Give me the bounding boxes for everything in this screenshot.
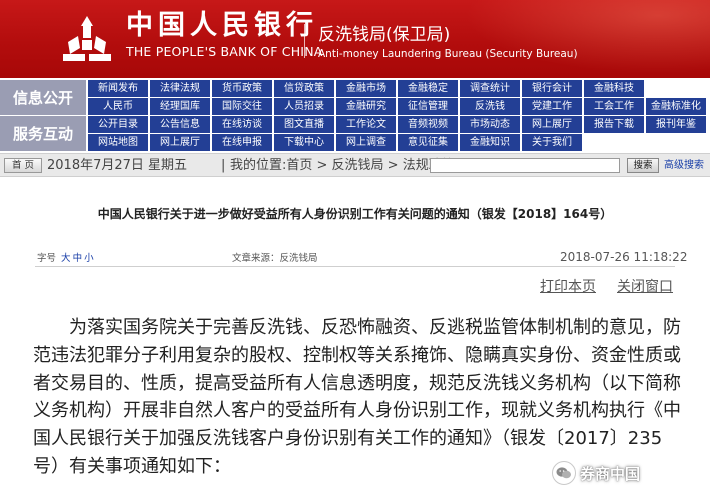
bureau-name-cn: 反洗钱局(保卫局) xyxy=(318,25,451,45)
nav-group-service-interaction[interactable]: 服务互动 xyxy=(0,116,86,151)
article-source: 文章来源：反洗钱局 xyxy=(232,253,318,264)
nav-item[interactable]: 金融稳定 xyxy=(398,80,458,97)
font-size-small[interactable]: 小 xyxy=(84,253,94,264)
site-header: 中国人民银行 THE PEOPLE'S BANK OF CHINA 反洗钱局(保… xyxy=(0,0,710,78)
header-divider xyxy=(304,24,305,58)
font-size-medium[interactable]: 中 xyxy=(73,253,83,264)
main-navigation: 信息公开 服务互动 新闻发布 法律法规 货币政策 信贷政策 金融市场 金融稳定 调查统计 银行… xyxy=(0,80,710,151)
nav-item[interactable]: 工会工作 xyxy=(584,98,644,115)
nav-item[interactable]: 调查统计 xyxy=(460,80,520,97)
nav-item[interactable]: 金融市场 xyxy=(336,80,396,97)
nav-item[interactable]: 金融标准化 xyxy=(646,98,706,115)
nav-item[interactable]: 反洗钱 xyxy=(460,98,520,115)
nav-item[interactable]: 网上展厅 xyxy=(522,116,582,133)
article-datetime: 2018-07-26 11:18:22 xyxy=(560,250,688,264)
nav-item[interactable]: 金融知识 xyxy=(460,134,520,151)
nav-item[interactable]: 征信管理 xyxy=(398,98,458,115)
nav-item[interactable]: 货币政策 xyxy=(212,80,272,97)
nav-item[interactable]: 下载中心 xyxy=(274,134,334,151)
breadcrumb-bar: 首 页 2018年7月27日 星期五 | 我的位置:首页 > 反洗钱局 > 法规… xyxy=(0,153,710,177)
article-title: 中国人民银行关于进一步做好受益所有人身份识别工作有关问题的通知（银发【2018】… xyxy=(97,207,613,221)
nav-item[interactable]: 报告下载 xyxy=(584,116,644,133)
nav-item[interactable]: 网上调查 xyxy=(336,134,396,151)
nav-item[interactable]: 国际交往 xyxy=(212,98,272,115)
nav-group-info-disclosure[interactable]: 信息公开 xyxy=(0,80,86,115)
nav-item[interactable]: 网上展厅 xyxy=(150,134,210,151)
print-page-link[interactable]: 打印本页 xyxy=(540,276,596,296)
meta-divider xyxy=(35,266,675,267)
article-paragraph: 为落实国务院关于完善反洗钱、反恐怖融资、反逃税监管体制机制的意见，防范违法犯罪分… xyxy=(33,317,681,477)
breadcrumb[interactable]: 我的位置:首页 > 反洗钱局 > 法规政策 xyxy=(230,157,455,174)
nav-grid: 新闻发布 法律法规 货币政策 信贷政策 金融市场 金融稳定 调查统计 银行会计 金融科技人民币经… xyxy=(88,80,710,151)
nav-item[interactable]: 音频视频 xyxy=(398,116,458,133)
search-input[interactable] xyxy=(430,158,620,173)
nav-item[interactable]: 在线访谈 xyxy=(212,116,272,133)
bureau-name-en: Anti-money Laundering Bureau (Security B… xyxy=(318,48,578,60)
nav-item[interactable]: 网站地图 xyxy=(88,134,148,151)
nav-item[interactable]: 意见征集 xyxy=(398,134,458,151)
article-body: 为落实国务院关于完善反洗钱、反恐怖融资、反逃税监管体制机制的意见，防范违法犯罪分… xyxy=(33,314,683,481)
nav-item[interactable]: 公告信息 xyxy=(150,116,210,133)
nav-item[interactable]: 图文直播 xyxy=(274,116,334,133)
nav-item[interactable]: 公开目录 xyxy=(88,116,148,133)
nav-item[interactable]: 市场动态 xyxy=(460,116,520,133)
breadcrumb-separator: | xyxy=(221,158,226,173)
wechat-logo-icon xyxy=(552,461,576,485)
search-button[interactable]: 搜索 xyxy=(627,158,659,173)
nav-item[interactable]: 关于我们 xyxy=(522,134,582,151)
nav-item[interactable]: 工作论文 xyxy=(336,116,396,133)
nav-item[interactable]: 人员招录 xyxy=(274,98,334,115)
nav-item[interactable]: 报刊年鉴 xyxy=(646,116,706,133)
nav-item[interactable]: 经理国库 xyxy=(150,98,210,115)
nav-item[interactable]: 法律法规 xyxy=(150,80,210,97)
font-size-control: 字号 大中小 xyxy=(37,253,94,265)
nav-item[interactable]: 信贷政策 xyxy=(274,80,334,97)
nav-item[interactable]: 人民币 xyxy=(88,98,148,115)
bank-name-cn: 中国人民银行 xyxy=(126,10,318,41)
nav-item[interactable]: 金融研究 xyxy=(336,98,396,115)
font-size-large[interactable]: 大 xyxy=(61,253,71,264)
close-window-link[interactable]: 关闭窗口 xyxy=(617,276,673,296)
bank-name-en: THE PEOPLE'S BANK OF CHINA xyxy=(126,44,323,59)
nav-item[interactable]: 银行会计 xyxy=(522,80,582,97)
watermark: 券商中国 xyxy=(552,460,640,486)
font-size-label: 字号 xyxy=(37,253,57,264)
advanced-search-link[interactable]: 高级搜索 xyxy=(664,159,704,172)
home-button[interactable]: 首 页 xyxy=(4,158,42,173)
watermark-text: 券商中国 xyxy=(580,464,641,483)
pboc-logo-icon xyxy=(63,16,111,61)
current-date: 2018年7月27日 星期五 xyxy=(47,158,188,173)
nav-item[interactable]: 金融科技 xyxy=(584,80,644,97)
nav-item[interactable]: 党建工作 xyxy=(522,98,582,115)
nav-item[interactable]: 新闻发布 xyxy=(88,80,148,97)
nav-item[interactable]: 在线申报 xyxy=(212,134,272,151)
